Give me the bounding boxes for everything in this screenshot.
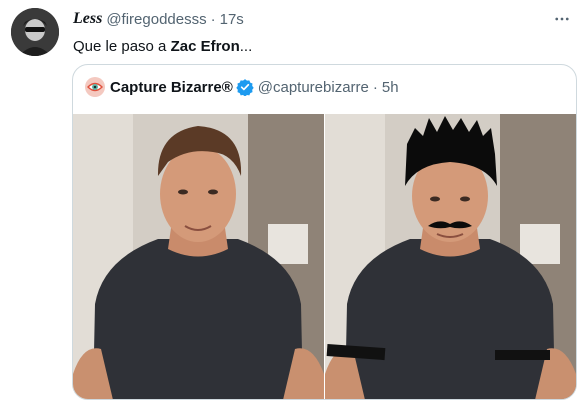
quoted-display-name[interactable]: Capture Bizarre® <box>110 79 233 96</box>
avatar-image <box>11 8 59 56</box>
quoted-media <box>73 114 576 399</box>
separator-dot: · <box>210 10 216 28</box>
verified-badge-icon <box>236 78 254 96</box>
more-options-button[interactable] <box>550 7 574 31</box>
tweet-text-end: ... <box>239 38 253 55</box>
more-horizontal-icon <box>555 17 569 21</box>
quoted-timestamp[interactable]: 5h <box>382 79 399 96</box>
photo-original[interactable] <box>73 114 324 399</box>
eye-logo-icon <box>85 77 105 97</box>
man-portrait-image <box>73 114 324 399</box>
quoted-tweet-header: Capture Bizarre® @capturebizarre · 5h <box>85 77 399 97</box>
display-name[interactable]: Less <box>73 10 102 28</box>
timestamp[interactable]: 17s <box>220 11 244 28</box>
quoted-tweet[interactable]: Capture Bizarre® @capturebizarre · 5h <box>72 64 577 400</box>
man-portrait-edited-image <box>325 114 576 399</box>
photo-edited[interactable] <box>325 114 576 399</box>
tweet-header: Less @firegoddesss · 17s <box>73 9 574 29</box>
user-avatar[interactable] <box>11 8 59 56</box>
user-handle[interactable]: @firegoddesss <box>106 11 206 28</box>
tweet-text: Que le paso a Zac Efron... <box>73 37 252 57</box>
tweet-text-bold: Zac Efron <box>170 38 240 55</box>
quoted-handle[interactable]: @capturebizarre <box>258 79 369 96</box>
quoted-separator-dot: · <box>372 78 378 96</box>
tweet-text-start: Que le paso a <box>73 38 171 55</box>
